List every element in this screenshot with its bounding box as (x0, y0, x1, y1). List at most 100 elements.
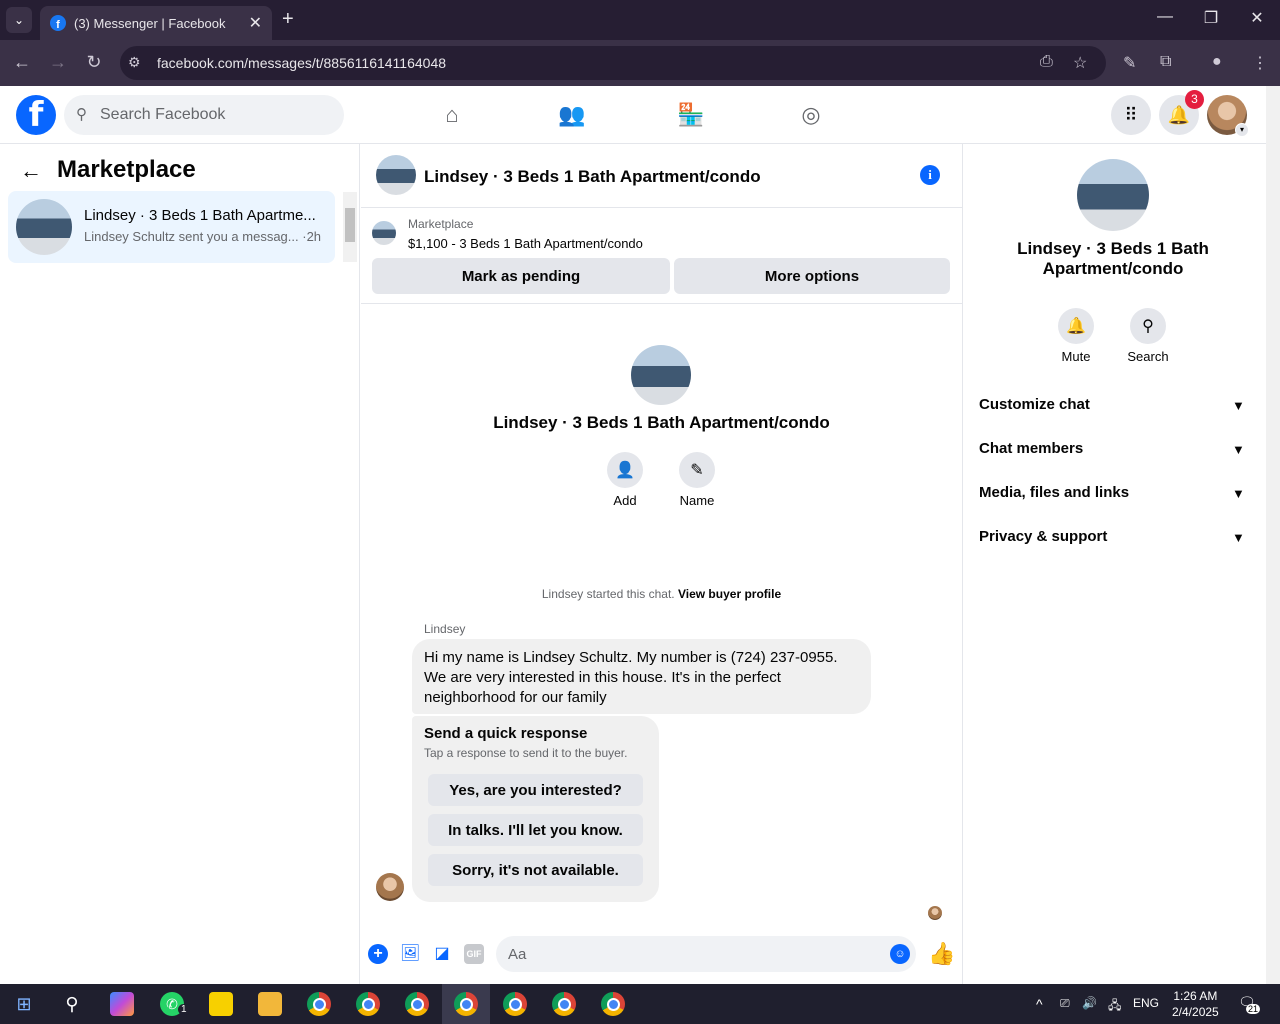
chrome-icon[interactable] (552, 992, 576, 1016)
right-panel-title: Lindsey · 3 Beds 1 Bath Apartment/condo (1017, 239, 1209, 278)
left-panel (0, 144, 360, 984)
conversation-title: Lindsey · 3 Beds 1 Bath Apartme... (84, 207, 316, 224)
forward-icon[interactable]: → (46, 52, 70, 73)
chrome-icon[interactable] (356, 992, 380, 1016)
view-buyer-profile-link[interactable]: View buyer profile (678, 587, 781, 601)
tab-title: (3) Messenger | Facebook (74, 15, 226, 31)
pen-icon[interactable]: ✎ (1123, 53, 1136, 73)
info-icon[interactable]: i (920, 165, 940, 185)
scrollbar-thumb[interactable] (345, 208, 355, 242)
groups-icon[interactable]: ◎ (797, 101, 825, 129)
media-files-links-row[interactable]: Media, files and links (979, 484, 1129, 501)
conversation-item[interactable] (8, 191, 335, 263)
browser-tab-messenger[interactable]: f (3) Messenger | Facebook ✕ (40, 6, 272, 40)
facebook-logo-icon[interactable]: f (16, 95, 56, 135)
add-person-icon[interactable]: 👤 (607, 452, 643, 488)
browser-menu-icon[interactable]: ⋮ (1252, 53, 1268, 73)
install-app-icon[interactable]: ⎙ (1040, 53, 1053, 71)
extensions-icon[interactable]: ⧉ (1160, 53, 1171, 71)
copilot-icon[interactable] (110, 992, 134, 1016)
quick-response-in-talks-button[interactable]: In talks. I'll let you know. (428, 814, 643, 846)
photo-icon[interactable]: 🖼 (400, 944, 420, 964)
gif-badge: GIF (464, 944, 484, 964)
search-chat-icon[interactable]: ⚲ (1130, 308, 1166, 344)
thumbs-up-icon[interactable]: 👍 (928, 941, 955, 967)
back-arrow-icon[interactable]: ← (20, 158, 42, 184)
home-icon[interactable]: ⌂ (438, 101, 466, 129)
privacy-support-row[interactable]: Privacy & support (979, 528, 1107, 545)
restore-icon[interactable]: ❐ (1196, 8, 1226, 28)
window-close-icon[interactable]: ✕ (1242, 8, 1272, 28)
chrome-icon[interactable] (405, 992, 429, 1016)
page-scrollbar[interactable] (1266, 86, 1280, 984)
search-input[interactable]: ⚲ Search Facebook (64, 95, 344, 135)
sticker-icon[interactable]: ◪ (432, 944, 452, 964)
customize-chat-row[interactable]: Customize chat (979, 396, 1090, 413)
chrome-icon[interactable] (601, 992, 625, 1016)
mark-as-pending-button[interactable]: Mark as pending (372, 258, 670, 294)
tab-close-icon[interactable]: ✕ (249, 13, 262, 33)
quick-response-interested-button[interactable]: Yes, are you interested? (428, 774, 643, 806)
notification-center-icon[interactable]: 🗨 21 (1238, 994, 1261, 1014)
mute-label: Mute (1061, 349, 1091, 364)
windows-start-icon[interactable]: ⊞ (12, 992, 36, 1016)
sender-avatar[interactable] (376, 873, 404, 901)
list-scrollbar[interactable] (343, 192, 357, 262)
chevron-down-icon[interactable]: ▼ (1232, 530, 1245, 545)
gif-icon[interactable]: GIF (464, 944, 484, 964)
divider (361, 303, 962, 304)
listing-price-title[interactable]: $1,100 - 3 Beds 1 Bath Apartment/condo (408, 236, 643, 251)
chat-title[interactable]: Lindsey · 3 Beds 1 Bath Apartment/condo (424, 167, 761, 187)
new-tab-icon[interactable]: + (282, 8, 294, 31)
language-indicator[interactable]: ENG (1133, 996, 1159, 1010)
chat-avatar[interactable] (376, 155, 416, 195)
url-text[interactable]: facebook.com/messages/t/8856116141164048 (157, 55, 446, 71)
chat-intro-avatar (631, 345, 691, 405)
message-sender: Lindsey (424, 622, 466, 636)
back-icon[interactable]: ← (10, 52, 34, 73)
chevron-down-icon[interactable]: ▼ (1232, 442, 1245, 457)
file-explorer-icon[interactable] (258, 992, 282, 1016)
whatsapp-badge: 1 (178, 1004, 190, 1015)
volume-icon[interactable]: 🔊 (1082, 996, 1097, 1010)
minimize-icon[interactable]: — (1150, 8, 1180, 26)
search-label: Search (1127, 349, 1169, 364)
network-icon[interactable]: 🖧 (1108, 996, 1121, 1017)
seen-receipt-avatar (928, 906, 942, 920)
facebook-favicon-icon: f (50, 15, 66, 31)
chrome-icon[interactable] (454, 992, 478, 1016)
message-bubble[interactable]: Hi my name is Lindsey Schultz. My number… (412, 639, 871, 714)
conversation-snippet: Lindsey Schultz sent you a messag... ·2h (84, 229, 322, 244)
chrome-icon[interactable] (503, 992, 527, 1016)
tab-search-dropdown-icon[interactable]: ⌄ (6, 7, 32, 33)
notification-badge: 3 (1185, 90, 1204, 109)
chrome-icon[interactable] (307, 992, 331, 1016)
chevron-down-icon[interactable]: ▼ (1232, 486, 1245, 501)
sticky-notes-icon[interactable] (209, 992, 233, 1016)
profile-icon[interactable]: ● (1212, 53, 1222, 71)
message-input[interactable] (496, 936, 916, 972)
chevron-down-icon: ▾ (1235, 123, 1249, 137)
friends-icon[interactable]: 👥 (558, 101, 586, 129)
taskbar-search-icon[interactable]: ⚲ (60, 992, 84, 1016)
tray-overflow-icon[interactable]: ^ (1036, 996, 1043, 1012)
meet-now-icon[interactable]: ⎚ (1060, 996, 1070, 1011)
chevron-down-icon[interactable]: ▼ (1232, 398, 1245, 413)
reload-icon[interactable]: ↻ (82, 52, 106, 73)
mute-bell-icon[interactable]: 🔔 (1058, 308, 1094, 344)
site-info-icon[interactable]: ⚙ (128, 54, 141, 71)
chat-members-row[interactable]: Chat members (979, 440, 1083, 457)
bookmark-star-icon[interactable]: ☆ (1073, 53, 1087, 73)
more-options-button[interactable]: More options (674, 258, 950, 294)
notification-center-badge: 21 (1246, 1004, 1261, 1014)
quick-response-title: Send a quick response (424, 725, 588, 742)
plus-icon[interactable]: + (368, 944, 388, 964)
quick-response-not-available-button[interactable]: Sorry, it's not available. (428, 854, 643, 886)
emoji-icon[interactable]: ☺ (890, 944, 910, 964)
marketplace-icon[interactable]: 🏪 (677, 101, 705, 129)
account-avatar[interactable]: ▾ (1207, 95, 1249, 137)
taskbar-clock[interactable]: 1:26 AM 2/4/2025 (1172, 988, 1219, 1020)
edit-name-icon[interactable]: ✎ (679, 452, 715, 488)
menu-grid-icon[interactable]: ⠿ (1111, 95, 1151, 135)
listing-thumbnail-small[interactable] (372, 221, 396, 245)
